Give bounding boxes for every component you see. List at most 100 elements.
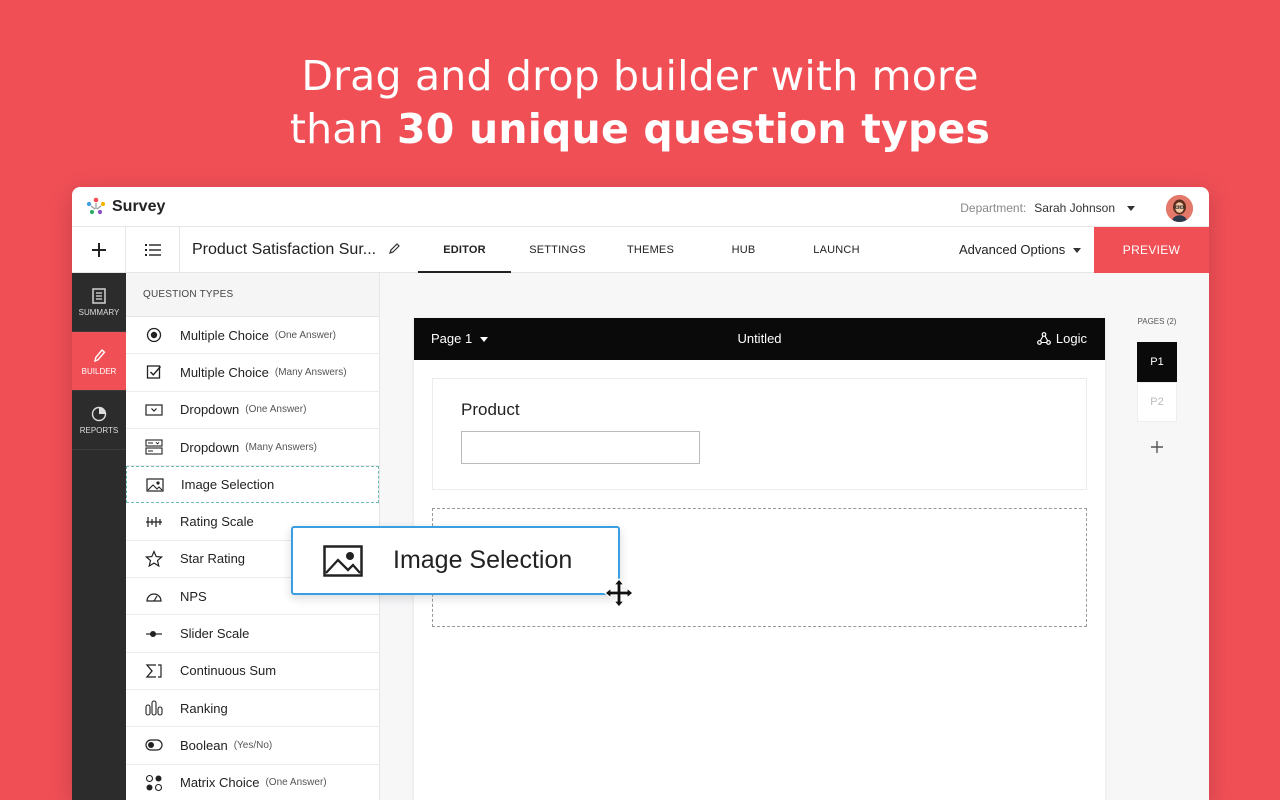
nav-item-reports[interactable]: REPORTS xyxy=(72,391,126,450)
question-type-label: Star Rating xyxy=(180,551,246,567)
page-thumb-p1[interactable]: P1 xyxy=(1137,342,1177,382)
headline-line-2-bold: 30 unique question types xyxy=(397,105,991,153)
document-icon xyxy=(92,287,106,304)
top-bar: Survey Department: Sarah Johnson xyxy=(72,187,1209,227)
logic-icon xyxy=(1037,332,1051,345)
question-card[interactable]: Product xyxy=(432,378,1087,490)
tab-launch[interactable]: LAUNCH xyxy=(790,227,883,273)
question-type-item[interactable]: Matrix Choice (One Answer) xyxy=(126,765,379,800)
headline-line-1: Drag and drop builder with more xyxy=(301,52,979,100)
page-thumb-p2[interactable]: P2 xyxy=(1137,382,1177,422)
question-type-item[interactable]: Multiple Choice (Many Answers) xyxy=(126,354,379,392)
chevron-down-icon xyxy=(1127,205,1135,211)
question-types-heading: QUESTION TYPES xyxy=(126,273,379,317)
question-type-item[interactable]: Image Selection xyxy=(126,466,379,504)
headline-line-2-prefix: than xyxy=(289,105,398,153)
question-answer-field[interactable] xyxy=(461,431,700,464)
question-label: Product xyxy=(461,400,520,419)
question-type-item[interactable]: Ranking xyxy=(126,690,379,728)
survey-app-window: Survey Department: Sarah Johnson Product… xyxy=(72,187,1209,800)
editor-navbar: Product Satisfaction Sur... EDITOR SETTI… xyxy=(72,227,1209,273)
pages-panel: PAGES (2) P1 P2 xyxy=(1137,317,1177,459)
question-type-label: Rating Scale xyxy=(180,514,254,530)
radio-icon xyxy=(144,325,164,345)
left-nav: SUMMARY BUILDER REPORTS xyxy=(72,273,126,800)
tab-settings[interactable]: SETTINGS xyxy=(511,227,604,273)
multi-dropdown-icon xyxy=(144,437,164,457)
star-icon xyxy=(144,549,164,569)
question-type-label: NPS xyxy=(180,588,207,604)
nav-item-builder[interactable]: BUILDER xyxy=(72,332,126,391)
matrix-icon xyxy=(144,773,164,793)
department-selector[interactable]: Department: Sarah Johnson xyxy=(960,201,1135,215)
page-header: Page 1 Untitled Logic xyxy=(414,318,1105,360)
app-logo[interactable]: Survey xyxy=(84,196,165,218)
user-avatar-icon xyxy=(1166,195,1193,222)
slider-icon xyxy=(144,624,164,644)
question-type-sub: (One Answer) xyxy=(274,329,337,341)
plus-icon xyxy=(1151,441,1163,453)
pencil-icon xyxy=(94,348,106,362)
nav-item-label: REPORTS xyxy=(79,425,119,435)
question-type-label: Image Selection xyxy=(181,477,275,493)
survey-logo-icon xyxy=(86,197,106,215)
question-type-label: Multiple Choice xyxy=(180,364,269,380)
user-name: Sarah Johnson xyxy=(1034,201,1115,215)
question-type-sub: (One Answer) xyxy=(265,777,327,789)
question-type-label: Matrix Choice xyxy=(180,775,260,791)
question-type-item[interactable]: Multiple Choice (One Answer) xyxy=(126,317,379,355)
question-type-item[interactable]: Dropdown (One Answer) xyxy=(126,392,379,429)
pie-chart-icon xyxy=(91,406,107,421)
nav-item-summary[interactable]: SUMMARY xyxy=(72,273,126,332)
list-icon xyxy=(144,244,161,256)
checkbox-icon xyxy=(144,362,164,382)
question-type-sub: (Many Answers) xyxy=(274,366,347,378)
survey-list-button[interactable] xyxy=(126,227,180,273)
preview-button[interactable]: PREVIEW xyxy=(1094,227,1209,273)
avatar[interactable] xyxy=(1166,195,1193,222)
question-type-item[interactable]: Slider Scale xyxy=(126,615,379,653)
move-cursor-icon xyxy=(604,578,634,608)
add-survey-button[interactable] xyxy=(72,227,126,273)
image-icon xyxy=(145,475,165,495)
chevron-down-icon xyxy=(1072,248,1081,254)
question-type-item[interactable]: Continuous Sum xyxy=(126,653,379,690)
page-title[interactable]: Untitled xyxy=(414,331,1105,346)
nav-item-label: SUMMARY xyxy=(78,307,120,317)
add-page-button[interactable] xyxy=(1137,436,1177,459)
plus-icon xyxy=(91,243,106,257)
pages-count-label: PAGES (2) xyxy=(1137,317,1177,326)
tab-hub[interactable]: HUB xyxy=(697,227,790,273)
logic-label: Logic xyxy=(1055,331,1087,346)
toggle-icon xyxy=(144,735,164,755)
dragged-question-type[interactable]: Image Selection xyxy=(291,526,620,595)
question-type-sub: (Yes/No) xyxy=(233,739,273,751)
dragged-item-label: Image Selection xyxy=(393,546,573,574)
app-name: Survey xyxy=(112,198,166,215)
pencil-icon xyxy=(389,243,400,254)
sum-icon xyxy=(144,661,164,681)
gauge-icon xyxy=(144,586,164,606)
question-type-label: Multiple Choice xyxy=(180,327,269,343)
question-type-label: Boolean xyxy=(180,737,228,753)
question-type-label: Slider Scale xyxy=(180,626,250,642)
question-type-item[interactable]: Boolean (Yes/No) xyxy=(126,727,379,765)
nav-item-label: BUILDER xyxy=(81,366,117,376)
logic-button[interactable]: Logic xyxy=(1037,331,1087,346)
edit-title-button[interactable] xyxy=(388,242,401,260)
question-type-sub: (One Answer) xyxy=(245,404,307,416)
question-type-item[interactable]: Dropdown (Many Answers) xyxy=(126,429,379,467)
headline-line-2: than 30 unique question types xyxy=(0,103,1280,156)
survey-title[interactable]: Product Satisfaction Sur... xyxy=(192,241,376,259)
dropdown-icon xyxy=(144,400,164,420)
question-type-label: Dropdown xyxy=(180,439,240,455)
question-type-label: Ranking xyxy=(180,700,228,716)
question-type-label: Dropdown xyxy=(180,402,240,418)
tab-themes[interactable]: THEMES xyxy=(604,227,697,273)
advanced-options-dropdown[interactable]: Advanced Options xyxy=(959,242,1081,257)
advanced-options-label: Advanced Options xyxy=(959,242,1066,257)
image-icon xyxy=(323,544,363,577)
department-label: Department: xyxy=(960,201,1027,215)
question-type-sub: (Many Answers) xyxy=(245,441,317,453)
tab-editor[interactable]: EDITOR xyxy=(418,227,511,273)
